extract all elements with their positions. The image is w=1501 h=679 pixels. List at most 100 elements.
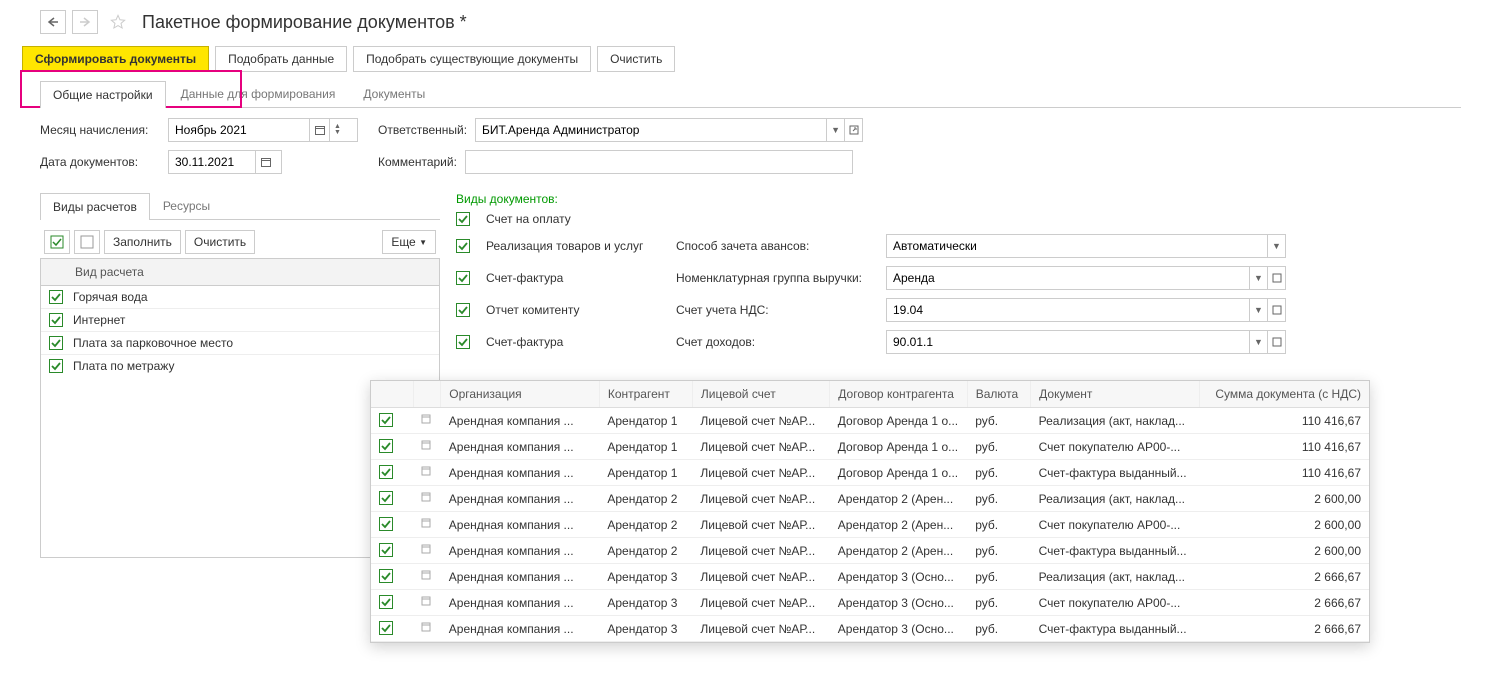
cell-contract: Арендатор 2 (Арен...	[830, 512, 967, 538]
col-header-currency[interactable]: Валюта	[967, 381, 1030, 408]
cell-contract: Арендатор 3 (Осно...	[830, 590, 967, 616]
col-header-contract[interactable]: Договор контрагента	[830, 381, 967, 408]
open-icon[interactable]	[844, 119, 862, 141]
checkbox-row[interactable]	[379, 569, 393, 583]
clear-types-button[interactable]: Очистить	[185, 230, 255, 254]
tab-common-settings[interactable]: Общие настройки	[40, 81, 166, 108]
table-row[interactable]: Арендная компания ... Арендатор 1 Лицево…	[371, 460, 1369, 486]
col-header-kontr[interactable]: Контрагент	[599, 381, 692, 408]
calc-type-row[interactable]: Плата по метражу	[41, 355, 439, 377]
form-documents-button[interactable]: Сформировать документы	[22, 46, 209, 72]
select-all-button[interactable]	[44, 230, 70, 254]
income-input[interactable]	[887, 331, 1249, 353]
checkbox-row[interactable]	[379, 621, 393, 635]
open-icon[interactable]	[1267, 299, 1285, 321]
selector-icon[interactable]	[413, 512, 440, 538]
col-header-account[interactable]: Лицевой счет	[692, 381, 829, 408]
doc-type-facture2: Счет-фактура	[486, 335, 563, 349]
selector-icon[interactable]	[413, 564, 440, 590]
types-header-label: Вид расчета	[75, 265, 144, 279]
selector-icon[interactable]	[413, 486, 440, 512]
result-panel: Организация Контрагент Лицевой счет Дого…	[370, 380, 1370, 643]
dropdown-icon[interactable]: ▼	[1249, 299, 1267, 321]
table-row[interactable]: Арендная компания ... Арендатор 1 Лицево…	[371, 434, 1369, 460]
pick-existing-button[interactable]: Подобрать существующие документы	[353, 46, 591, 72]
deselect-all-button[interactable]	[74, 230, 100, 254]
calc-type-row[interactable]: Горячая вода	[41, 286, 439, 309]
subtab-resources[interactable]: Ресурсы	[150, 192, 223, 219]
calc-type-row[interactable]: Плата за парковочное место	[41, 332, 439, 355]
dropdown-icon[interactable]: ▼	[1249, 267, 1267, 289]
col-header-doc[interactable]: Документ	[1031, 381, 1200, 408]
forward-button[interactable]	[72, 10, 98, 34]
checkbox-row[interactable]	[379, 517, 393, 531]
checkbox-calc-type[interactable]	[49, 359, 63, 373]
comment-input[interactable]	[466, 151, 852, 173]
selector-icon[interactable]	[413, 538, 440, 564]
checkbox-facture2[interactable]	[456, 335, 470, 349]
col-header-sum[interactable]: Сумма документа (с НДС)	[1200, 381, 1369, 408]
selector-icon[interactable]	[413, 616, 440, 642]
stepper-icon[interactable]: ▲▼	[329, 119, 345, 141]
tab-documents[interactable]: Документы	[350, 80, 438, 107]
calendar-icon[interactable]	[255, 151, 275, 173]
cell-account: Лицевой счет №АР...	[692, 408, 829, 434]
cell-account: Лицевой счет №АР...	[692, 590, 829, 616]
calendar-icon[interactable]	[309, 119, 329, 141]
checkbox-invoice[interactable]	[456, 212, 470, 226]
table-row[interactable]: Арендная компания ... Арендатор 2 Лицево…	[371, 512, 1369, 538]
clear-button[interactable]: Очистить	[597, 46, 675, 72]
offset-input[interactable]	[887, 235, 1267, 257]
cell-doc: Реализация (акт, наклад...	[1031, 486, 1200, 512]
calc-type-label: Плата по метражу	[73, 359, 174, 373]
table-row[interactable]: Арендная компания ... Арендатор 3 Лицево…	[371, 564, 1369, 590]
subtab-calc-types[interactable]: Виды расчетов	[40, 193, 150, 220]
more-button[interactable]: Еще ▼	[382, 230, 436, 254]
favorite-star-icon[interactable]	[108, 12, 128, 32]
tab-data[interactable]: Данные для формирования	[168, 80, 349, 107]
selector-icon[interactable]	[413, 460, 440, 486]
checkbox-calc-type[interactable]	[49, 290, 63, 304]
table-row[interactable]: Арендная компания ... Арендатор 2 Лицево…	[371, 538, 1369, 564]
vat-input[interactable]	[887, 299, 1249, 321]
dropdown-icon[interactable]: ▼	[826, 119, 844, 141]
table-row[interactable]: Арендная компания ... Арендатор 3 Лицево…	[371, 590, 1369, 616]
calc-type-row[interactable]: Интернет	[41, 309, 439, 332]
checkbox-row[interactable]	[379, 543, 393, 557]
month-input[interactable]	[169, 119, 309, 141]
table-row[interactable]: Арендная компания ... Арендатор 1 Лицево…	[371, 408, 1369, 434]
selector-icon[interactable]	[413, 434, 440, 460]
checkbox-row[interactable]	[379, 465, 393, 479]
table-row[interactable]: Арендная компания ... Арендатор 2 Лицево…	[371, 486, 1369, 512]
dropdown-icon[interactable]: ▼	[1267, 235, 1285, 257]
checkbox-row[interactable]	[379, 595, 393, 609]
cell-sum: 2 666,67	[1200, 590, 1369, 616]
selector-icon[interactable]	[413, 590, 440, 616]
checkbox-sale[interactable]	[456, 239, 470, 253]
cell-currency: руб.	[967, 590, 1030, 616]
checkbox-facture1[interactable]	[456, 271, 470, 285]
fill-button[interactable]: Заполнить	[104, 230, 181, 254]
cell-contract: Договор Аренда 1 о...	[830, 408, 967, 434]
docdate-input[interactable]	[169, 151, 255, 173]
checkbox-calc-type[interactable]	[49, 336, 63, 350]
cell-contract: Арендатор 3 (Осно...	[830, 616, 967, 642]
cell-account: Лицевой счет №АР...	[692, 460, 829, 486]
selector-icon[interactable]	[413, 408, 440, 434]
dropdown-icon[interactable]: ▼	[1249, 331, 1267, 353]
cell-sum: 2 666,67	[1200, 616, 1369, 642]
checkbox-calc-type[interactable]	[49, 313, 63, 327]
checkbox-row[interactable]	[379, 439, 393, 453]
open-icon[interactable]	[1267, 331, 1285, 353]
checkbox-row[interactable]	[379, 413, 393, 427]
pick-data-button[interactable]: Подобрать данные	[215, 46, 347, 72]
table-row[interactable]: Арендная компания ... Арендатор 3 Лицево…	[371, 616, 1369, 642]
group-input[interactable]	[887, 267, 1249, 289]
checkbox-comitent[interactable]	[456, 303, 470, 317]
open-icon[interactable]	[1267, 267, 1285, 289]
responsible-input[interactable]	[476, 119, 826, 141]
back-button[interactable]	[40, 10, 66, 34]
col-header-org[interactable]: Организация	[441, 381, 600, 408]
calc-type-label: Горячая вода	[73, 290, 148, 304]
checkbox-row[interactable]	[379, 491, 393, 505]
